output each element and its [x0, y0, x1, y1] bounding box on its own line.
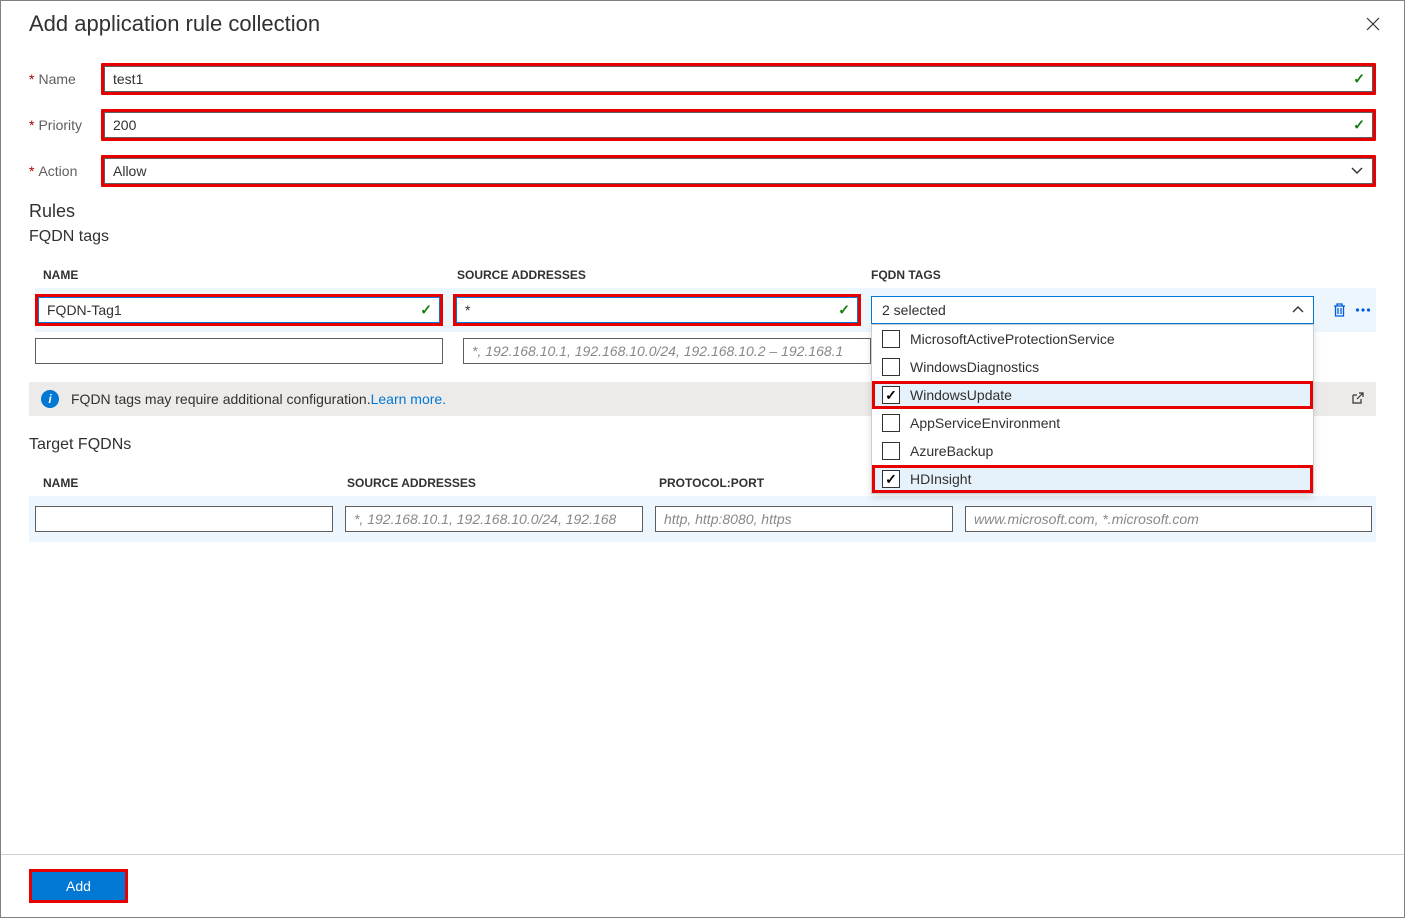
tags-option-5[interactable]: HDInsight — [872, 465, 1313, 493]
fqdn-tags-dropdown[interactable]: 2 selected MicrosoftActiveProtectionServ… — [871, 296, 1314, 324]
option-label: HDInsight — [910, 471, 971, 487]
target-row-1 — [29, 496, 1376, 542]
required-asterisk: * — [29, 163, 34, 179]
check-icon: ✓ — [1353, 117, 1365, 134]
fqdn-tags-panel: MicrosoftActiveProtectionService WindowsD… — [871, 324, 1314, 494]
option-label: AzureBackup — [910, 443, 993, 459]
action-select[interactable]: Allow — [104, 158, 1373, 184]
target-fqdn-input[interactable] — [965, 506, 1372, 532]
fqdn-row-1: ✓ ✓ 2 selected MicrosoftActiveProtection… — [35, 288, 1376, 332]
close-icon — [1366, 17, 1380, 31]
action-label: * Action — [29, 163, 101, 179]
tags-option-0[interactable]: MicrosoftActiveProtectionService — [872, 325, 1313, 353]
chevron-up-icon — [1292, 306, 1304, 314]
tags-option-4[interactable]: AzureBackup — [872, 437, 1313, 465]
tags-option-1[interactable]: WindowsDiagnostics — [872, 353, 1313, 381]
option-label: WindowsDiagnostics — [910, 359, 1039, 375]
learn-more-link[interactable]: Learn more. — [371, 391, 446, 407]
tags-option-2[interactable]: WindowsUpdate — [872, 381, 1313, 409]
target-name-input[interactable] — [35, 506, 333, 532]
target-source-input[interactable] — [345, 506, 643, 532]
check-icon: ✓ — [838, 302, 850, 319]
name-label: * Name — [29, 71, 101, 87]
more-icon — [1355, 307, 1371, 313]
option-label: MicrosoftActiveProtectionService — [910, 331, 1115, 347]
tcol-source-header: SOURCE ADDRESSES — [347, 476, 659, 490]
name-input[interactable] — [104, 66, 1373, 92]
tcol-name-header: NAME — [43, 476, 347, 490]
fqdn-row1-source-input[interactable] — [456, 297, 858, 323]
fqdn-row1-name-input[interactable] — [38, 297, 440, 323]
col-name-header: NAME — [43, 268, 457, 282]
checkbox[interactable] — [882, 330, 900, 348]
checkbox[interactable] — [882, 358, 900, 376]
required-asterisk: * — [29, 117, 34, 133]
checkbox[interactable] — [882, 386, 900, 404]
option-label: AppServiceEnvironment — [910, 415, 1060, 431]
checkbox[interactable] — [882, 414, 900, 432]
info-text: FQDN tags may require additional configu… — [71, 391, 371, 407]
more-row-button[interactable] — [1354, 307, 1372, 313]
fqdn-row2-source-input[interactable] — [463, 338, 871, 364]
rules-heading: Rules — [29, 201, 1376, 222]
dialog-title: Add application rule collection — [29, 11, 320, 37]
dialog-header: Add application rule collection — [1, 1, 1404, 43]
add-button[interactable]: Add — [32, 872, 125, 900]
check-icon: ✓ — [420, 302, 432, 319]
fqdn-row2-name-input[interactable] — [35, 338, 443, 364]
delete-row-button[interactable] — [1330, 302, 1348, 318]
priority-input[interactable] — [104, 112, 1373, 138]
tags-option-3[interactable]: AppServiceEnvironment — [872, 409, 1313, 437]
option-label: WindowsUpdate — [910, 387, 1012, 403]
required-asterisk: * — [29, 71, 34, 87]
external-link-icon[interactable] — [1350, 392, 1364, 406]
priority-label: * Priority — [29, 117, 101, 133]
checkbox[interactable] — [882, 442, 900, 460]
checkbox[interactable] — [882, 470, 900, 488]
trash-icon — [1332, 302, 1347, 318]
col-tags-header: FQDN TAGS — [871, 268, 1376, 282]
col-source-header: SOURCE ADDRESSES — [457, 268, 871, 282]
target-protocol-input[interactable] — [655, 506, 953, 532]
fqdn-table-header: NAME SOURCE ADDRESSES FQDN TAGS — [43, 262, 1376, 288]
check-icon: ✓ — [1353, 71, 1365, 88]
dialog-footer: Add — [1, 854, 1404, 917]
close-button[interactable] — [1362, 13, 1384, 35]
info-icon: i — [41, 390, 59, 408]
fqdn-tags-heading: FQDN tags — [29, 228, 1376, 246]
